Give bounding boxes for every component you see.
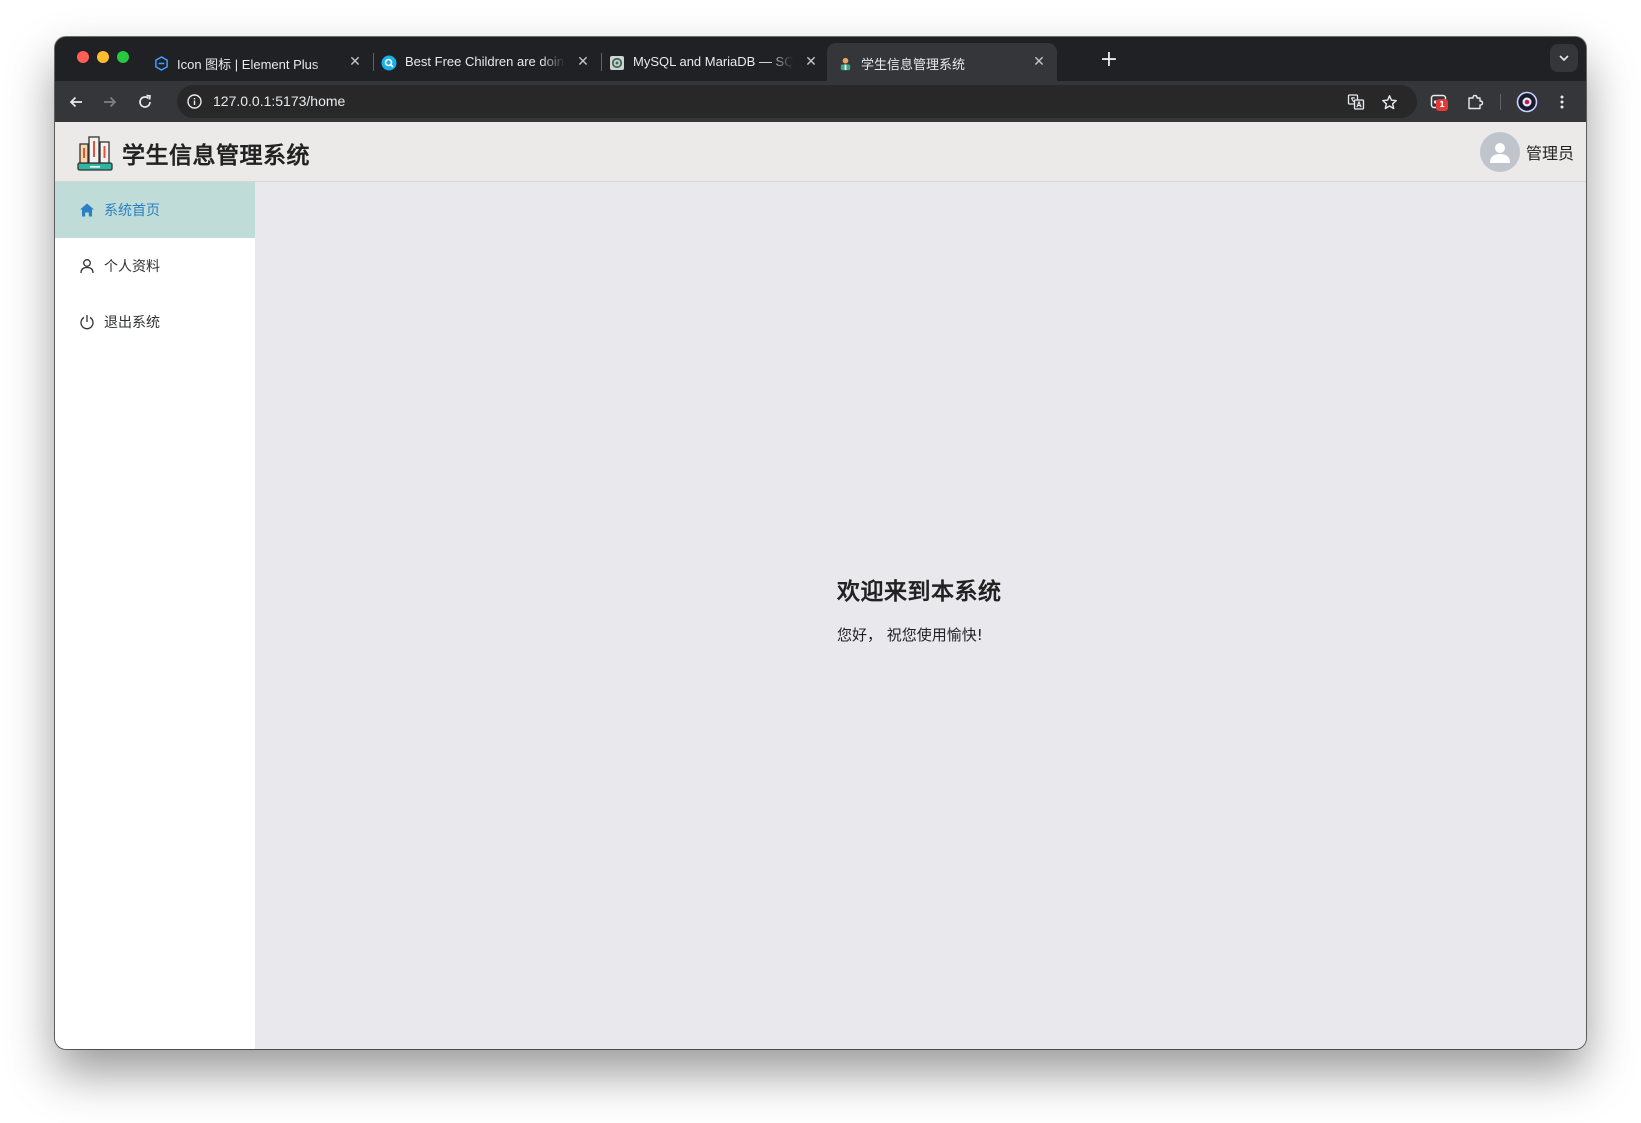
star-icon bbox=[1381, 94, 1397, 109]
tab-close-icon[interactable]: ✕ bbox=[347, 54, 363, 70]
more-vertical-icon bbox=[1560, 95, 1564, 109]
reload-button[interactable] bbox=[132, 89, 158, 115]
element-plus-icon bbox=[153, 55, 169, 71]
sidebar-item-label: 系统首页 bbox=[104, 203, 160, 219]
address-bar[interactable]: 127.0.0.1:5173/home bbox=[177, 85, 1417, 118]
translate-icon bbox=[1347, 94, 1365, 110]
url-text: 127.0.0.1:5173/home bbox=[213, 93, 346, 109]
puzzle-icon bbox=[1468, 94, 1484, 110]
extension-badge: 1 bbox=[1436, 99, 1448, 111]
profile-icon bbox=[1516, 91, 1538, 113]
tab-close-icon[interactable]: ✕ bbox=[1031, 54, 1047, 70]
avatar[interactable] bbox=[1479, 132, 1520, 172]
tab-children-activities[interactable]: Best Free Children are doing activities … bbox=[371, 43, 601, 81]
extensions-menu-button[interactable] bbox=[1462, 89, 1488, 115]
welcome-panel: 欢迎来到本系统 您好， 祝您使用愉快! bbox=[837, 572, 1002, 645]
tab-element-plus[interactable]: Icon 图标 | Element Plus ✕ bbox=[143, 43, 373, 81]
forward-button[interactable] bbox=[97, 89, 123, 115]
new-tab-button[interactable]: + bbox=[1095, 47, 1123, 75]
tab-title: MySQL and MariaDB — SQLAlchemy bbox=[633, 54, 793, 69]
reload-icon bbox=[139, 94, 151, 108]
translate-button[interactable] bbox=[1343, 89, 1369, 115]
tab-close-icon[interactable]: ✕ bbox=[575, 54, 591, 70]
user-icon bbox=[79, 258, 95, 274]
app-logo-icon bbox=[76, 132, 114, 172]
minimize-window-button[interactable] bbox=[97, 51, 109, 63]
sqlalchemy-icon bbox=[609, 55, 625, 71]
user-name: 管理员 bbox=[1525, 144, 1574, 163]
tab-search-button[interactable] bbox=[1550, 44, 1578, 72]
sidebar-item-logout[interactable]: 退出系统 bbox=[55, 294, 255, 350]
student-app-icon bbox=[837, 55, 853, 71]
web-page: 学生信息管理系统 管理员 系统首页 个人资料 退出系统 欢迎来到本系统 您好， … bbox=[55, 122, 1586, 1049]
tab-title: Icon 图标 | Element Plus bbox=[177, 57, 319, 72]
app-header: 学生信息管理系统 管理员 bbox=[55, 122, 1586, 182]
home-icon bbox=[79, 202, 95, 218]
tab-student-system[interactable]: 学生信息管理系统 ✕ bbox=[827, 43, 1057, 81]
chevron-down-icon bbox=[1559, 55, 1569, 62]
extension-button[interactable]: 1 bbox=[1426, 89, 1452, 115]
zoom-window-button[interactable] bbox=[117, 51, 129, 63]
profile-button[interactable] bbox=[1514, 89, 1540, 115]
sidebar: 系统首页 个人资料 退出系统 bbox=[55, 182, 255, 1049]
arrow-right-icon bbox=[104, 96, 117, 108]
tab-sqlalchemy[interactable]: MySQL and MariaDB — SQLAlchemy ✕ bbox=[599, 43, 829, 81]
bookmark-button[interactable] bbox=[1376, 89, 1402, 115]
sidebar-item-label: 退出系统 bbox=[104, 315, 160, 331]
browser-menu-button[interactable] bbox=[1549, 89, 1575, 115]
back-button[interactable] bbox=[63, 89, 89, 115]
welcome-heading: 欢迎来到本系统 bbox=[837, 579, 1002, 605]
tab-close-icon[interactable]: ✕ bbox=[803, 54, 819, 70]
site-info-icon[interactable] bbox=[186, 93, 203, 110]
sidebar-item-home[interactable]: 系统首页 bbox=[55, 182, 255, 238]
power-icon bbox=[79, 314, 95, 330]
tab-title: Best Free Children are doing activities bbox=[405, 54, 565, 69]
close-window-button[interactable] bbox=[77, 51, 89, 63]
app-title: 学生信息管理系统 bbox=[122, 143, 310, 169]
tab-title: 学生信息管理系统 bbox=[861, 57, 966, 72]
arrow-left-icon bbox=[69, 96, 82, 108]
toolbar-divider bbox=[1500, 94, 1501, 110]
search-app-icon bbox=[381, 55, 397, 71]
sidebar-item-profile[interactable]: 个人资料 bbox=[55, 238, 255, 294]
welcome-message: 您好， 祝您使用愉快! bbox=[837, 626, 983, 644]
browser-toolbar: 127.0.0.1:5173/home 1 bbox=[55, 81, 1586, 122]
user-menu[interactable]: 管理员 bbox=[1479, 132, 1574, 172]
tab-strip: Icon 图标 | Element Plus ✕ Best Free Child… bbox=[55, 37, 1586, 81]
main-content: 欢迎来到本系统 您好， 祝您使用愉快! bbox=[255, 182, 1586, 1049]
sidebar-item-label: 个人资料 bbox=[104, 259, 160, 275]
browser-window: Icon 图标 | Element Plus ✕ Best Free Child… bbox=[55, 37, 1586, 1049]
user-avatar-icon bbox=[1489, 143, 1510, 163]
